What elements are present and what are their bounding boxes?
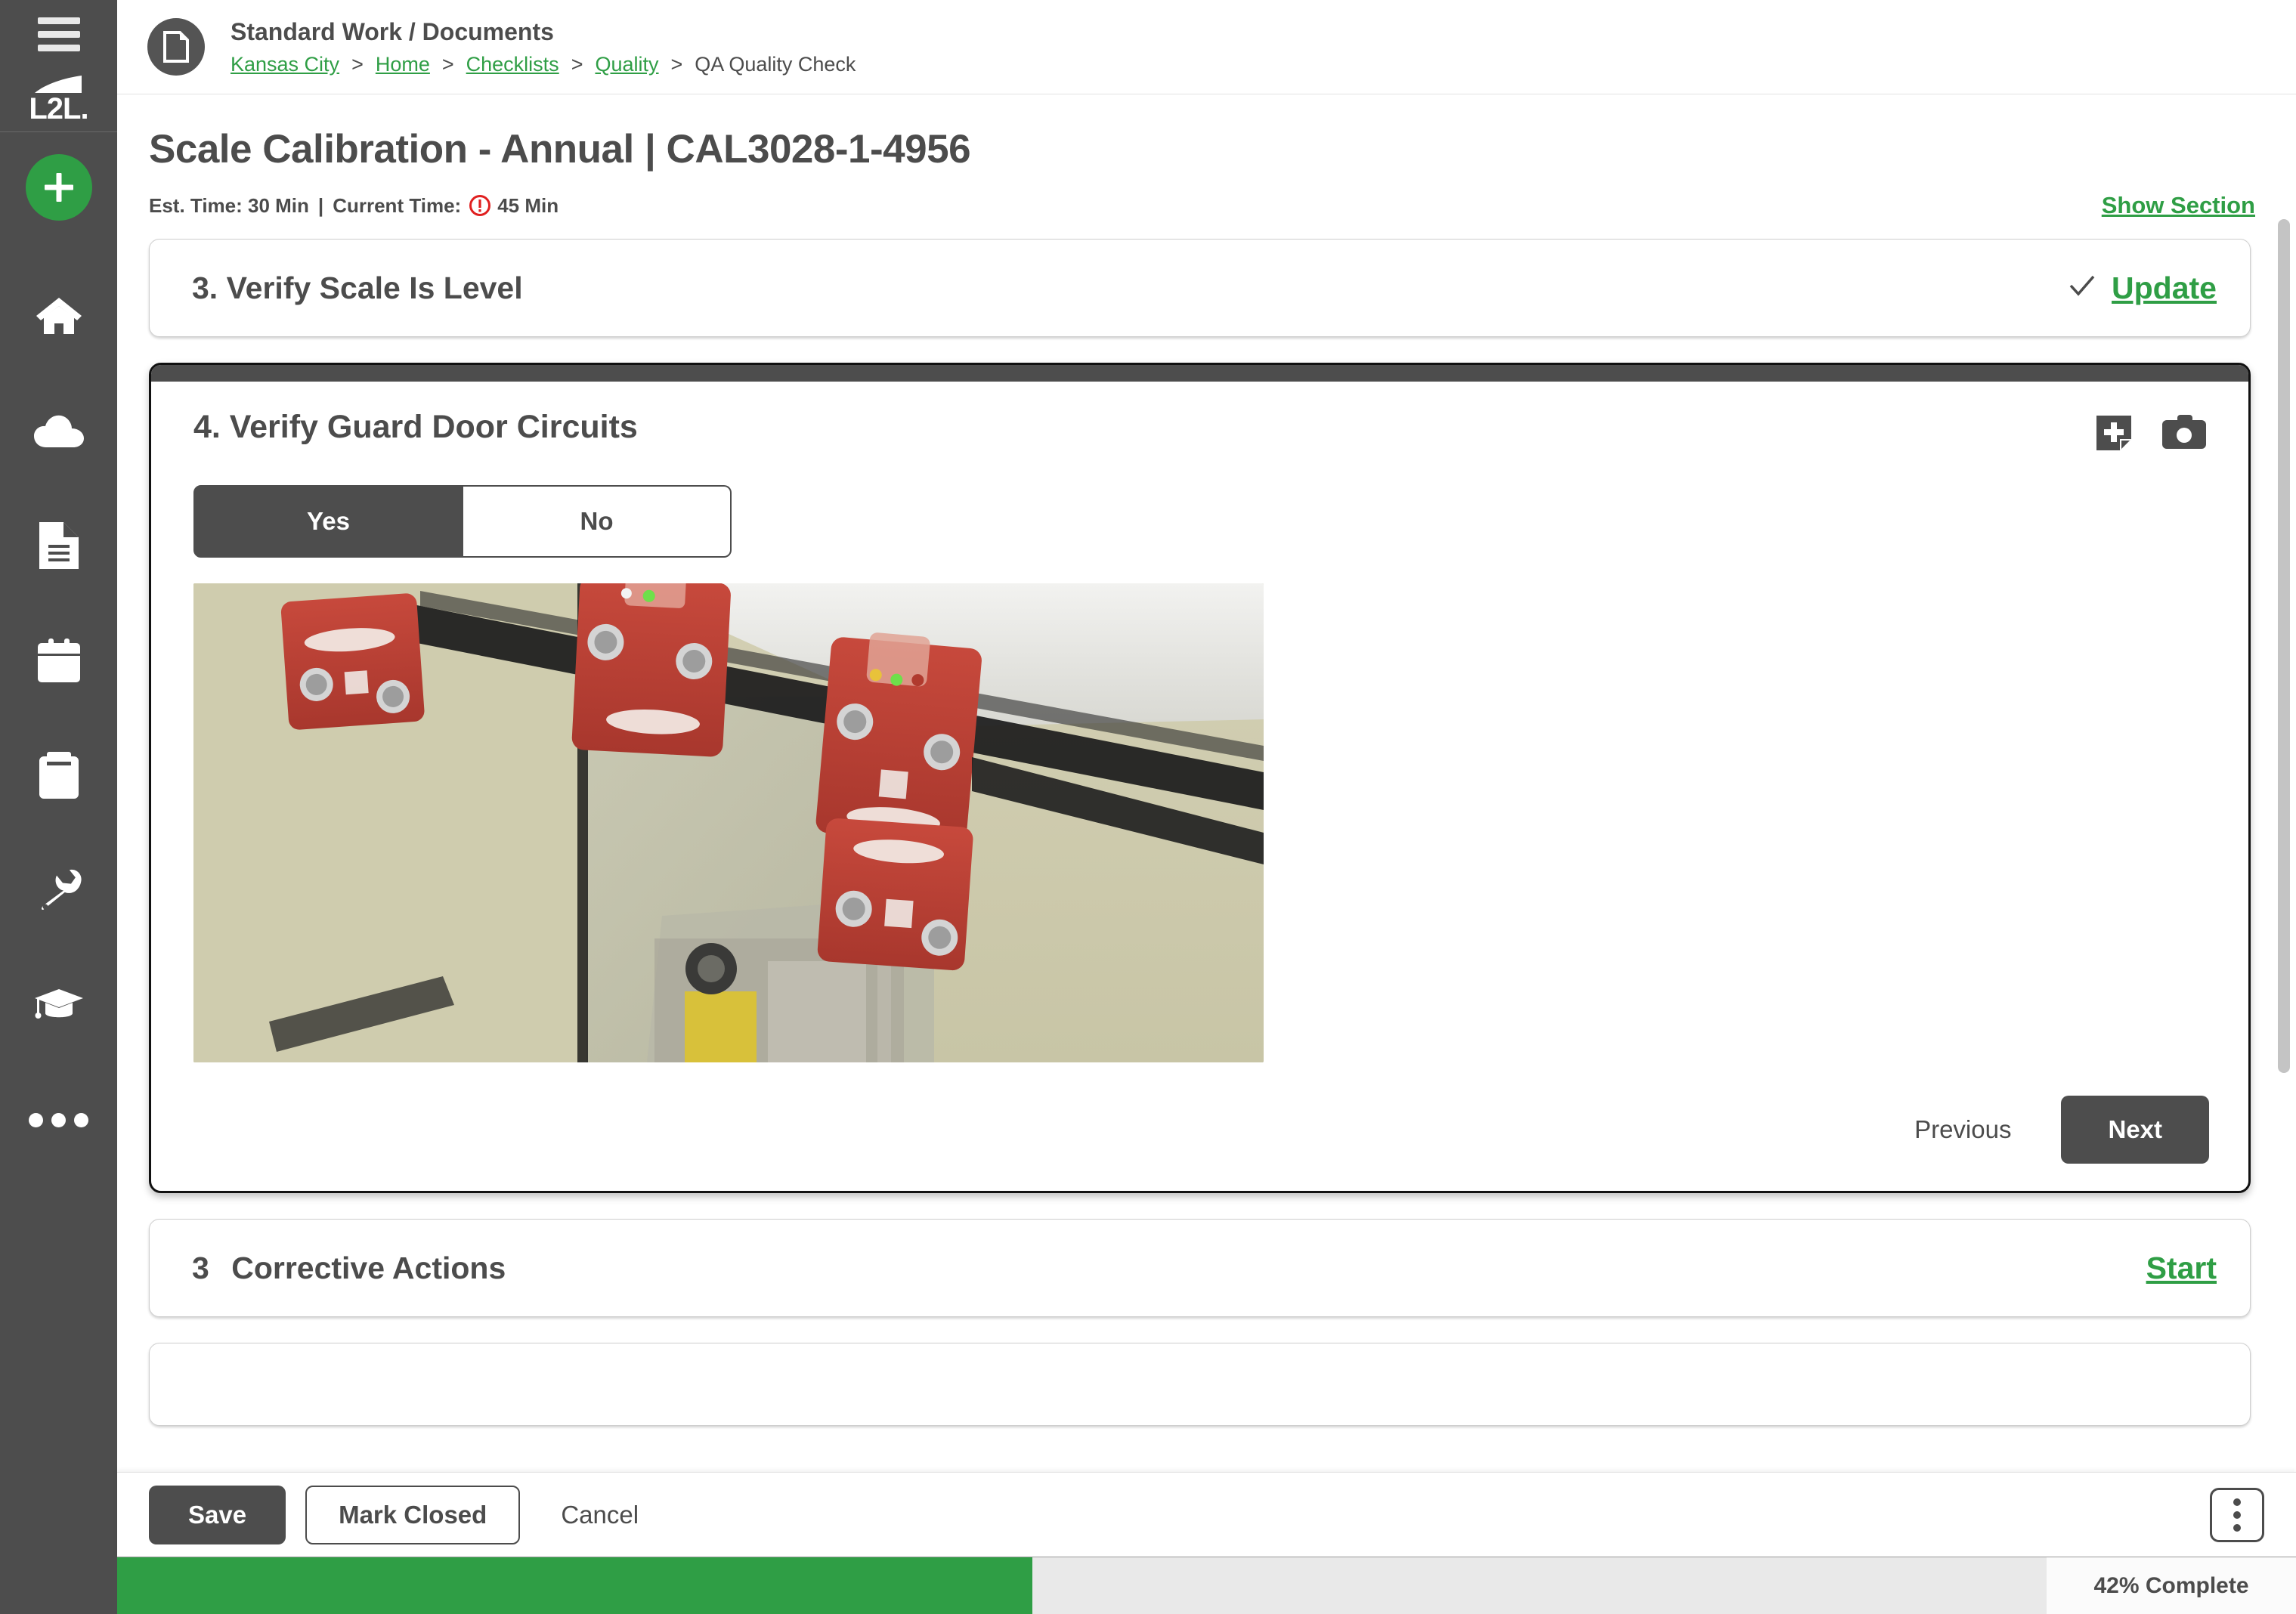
corrective-actions-label: Corrective Actions [231,1251,506,1285]
avatar [147,18,205,76]
cloud-icon [34,413,84,449]
progress-fill [117,1557,1032,1614]
sidebar-nav [0,242,117,1177]
calendar-icon [38,638,80,682]
start-link[interactable]: Start [2146,1251,2217,1286]
sidebar-item-home[interactable] [0,258,117,373]
camera-icon[interactable] [2162,415,2206,455]
active-card-accent-bar [151,365,2248,382]
option-yes[interactable]: Yes [193,485,463,558]
plus-icon [41,169,77,206]
previous-button[interactable]: Previous [1887,1099,2038,1161]
step-card-previous[interactable]: 3. Verify Scale Is Level Update [149,239,2251,337]
breadcrumb-separator: > [351,53,364,76]
more-vertical-icon[interactable] [2210,1488,2264,1542]
add-document-icon[interactable] [2094,413,2134,456]
update-link[interactable]: Update [2112,271,2217,306]
breadcrumb-separator: > [442,53,454,76]
breadcrumb-separator: > [671,53,683,76]
document-title-block: Scale Calibration - Annual | CAL3028-1-4… [117,94,2296,219]
breadcrumb: Kansas City > Home > Checklists > Qualit… [231,53,856,76]
current-time-value: 45 Min [497,194,559,218]
logo-text: L2L. [29,94,88,124]
step-card-corrective-actions[interactable]: 3 Corrective Actions Start [149,1219,2251,1317]
mark-closed-button[interactable]: Mark Closed [305,1486,520,1544]
corrective-actions-title: 3 Corrective Actions [192,1251,506,1286]
sidebar-item-calendar[interactable] [0,603,117,718]
save-button[interactable]: Save [149,1486,286,1544]
sidebar-item-maintenance[interactable] [0,833,117,948]
clipboard-icon [39,752,79,799]
sidebar-item-documents[interactable] [0,488,117,603]
document-icon [163,31,189,63]
progress-bar: 42% Complete [117,1557,2296,1614]
est-time-label: Est. Time: 30 Min [149,194,309,218]
graduation-cap-icon [35,988,83,1022]
home-icon [35,295,83,337]
document-icon [39,522,79,569]
alert-circle-icon [469,194,491,217]
breadcrumb-item-1[interactable]: Home [376,53,430,76]
breadcrumb-item-4: QA Quality Check [695,53,856,76]
breadcrumb-item-2[interactable]: Checklists [466,53,559,76]
logo-swoosh-icon [35,76,82,94]
step-photo [193,583,1264,1062]
app-root: L2L. [0,0,2296,1614]
left-sidebar: L2L. [0,0,117,1614]
step-card-next-partial[interactable] [149,1343,2251,1426]
cancel-button[interactable]: Cancel [540,1486,660,1544]
wrench-icon [36,867,82,913]
option-no[interactable]: No [463,485,732,558]
steps-scroll-area: 3. Verify Scale Is Level Update [117,219,2296,1614]
sidebar-item-more[interactable] [0,1062,117,1177]
app-logo[interactable]: L2L. [0,68,117,131]
breadcrumb-item-0[interactable]: Kansas City [231,53,339,76]
document-title: Scale Calibration - Annual | CAL3028-1-4… [149,126,2264,172]
breadcrumb-item-3[interactable]: Quality [595,53,658,76]
add-button[interactable] [0,132,117,242]
breadcrumb-separator: > [571,53,583,76]
main-content: Standard Work / Documents Kansas City > … [117,0,2296,1614]
sidebar-item-cloud[interactable] [0,373,117,488]
page-header: Standard Work / Documents Kansas City > … [117,0,2296,94]
ellipsis-icon [29,1113,88,1127]
page-title: Standard Work / Documents [231,17,856,46]
document-meta: Est. Time: 30 Min | Current Time: 45 Min [149,194,559,218]
yes-no-toggle: Yes No [193,485,732,558]
show-section-link[interactable]: Show Section [2102,192,2264,219]
scrollbar-thumb[interactable] [2278,219,2290,1073]
corrective-actions-count: 3 [192,1251,209,1285]
progress-label: 42% Complete [2047,1557,2296,1614]
step-card-active: 4. Verify Guard Door Circuits [149,363,2251,1193]
current-time-label: Current Time: [333,194,461,218]
sidebar-item-checklists[interactable] [0,718,117,833]
action-bar: Save Mark Closed Cancel [117,1472,2296,1557]
step-title: 3. Verify Scale Is Level [192,271,523,306]
next-button[interactable]: Next [2061,1096,2209,1164]
meta-divider: | [318,194,323,218]
sidebar-item-training[interactable] [0,948,117,1062]
vertical-scrollbar[interactable] [2278,219,2290,1614]
active-step-title: 4. Verify Guard Door Circuits [193,409,638,446]
menu-toggle-button[interactable] [0,0,117,68]
check-icon [2069,274,2095,301]
hamburger-icon [38,11,80,58]
